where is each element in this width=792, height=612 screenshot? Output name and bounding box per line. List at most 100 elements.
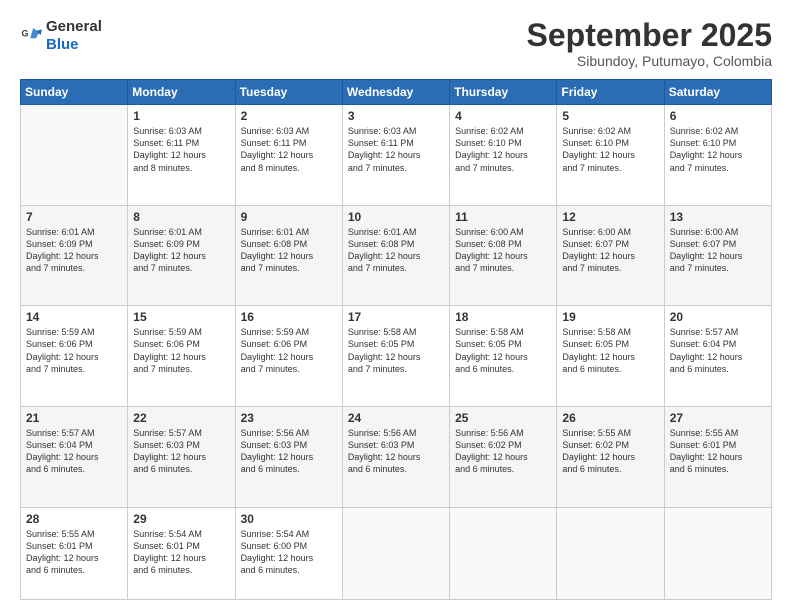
- day-number: 22: [133, 411, 229, 425]
- calendar-cell: [557, 507, 664, 600]
- calendar-week-2: 7 Sunrise: 6:01 AM Sunset: 6:09 PM Daylig…: [21, 205, 772, 306]
- day-number: 8: [133, 210, 229, 224]
- day-number: 28: [26, 512, 122, 526]
- logo-text: General Blue: [46, 18, 102, 54]
- calendar-cell: 25 Sunrise: 5:56 AM Sunset: 6:02 PM Dayli…: [450, 406, 557, 507]
- day-info: Sunrise: 5:56 AM Sunset: 6:02 PM Dayligh…: [455, 427, 551, 476]
- calendar-cell: 30Sunrise: 5:54 AM Sunset: 6:00 PM Dayli…: [235, 507, 342, 600]
- calendar-cell: [21, 105, 128, 206]
- day-info: Sunrise: 6:02 AM Sunset: 6:10 PM Dayligh…: [562, 125, 658, 174]
- calendar-cell: 28 Sunrise: 5:55 AM Sunset: 6:01 PM Dayli…: [21, 507, 128, 600]
- calendar-cell: 21 Sunrise: 5:57 AM Sunset: 6:04 PM Dayli…: [21, 406, 128, 507]
- header-thursday: Thursday: [450, 80, 557, 105]
- calendar-cell: 27 Sunrise: 5:55 AM Sunset: 6:01 PM Dayli…: [664, 406, 771, 507]
- day-number: 19: [562, 310, 658, 324]
- header-sunday: Sunday: [21, 80, 128, 105]
- logo: G General Blue: [20, 18, 102, 54]
- day-info: Sunrise: 6:01 AM Sunset: 6:08 PM Dayligh…: [241, 226, 337, 275]
- logo-general: General: [46, 18, 102, 35]
- day-info: Sunrise: 5:57 AM Sunset: 6:04 PM Dayligh…: [26, 427, 122, 476]
- calendar-cell: 18 Sunrise: 5:58 AM Sunset: 6:05 PM Dayli…: [450, 306, 557, 407]
- day-number: 17: [348, 310, 444, 324]
- day-info: Sunrise: 6:02 AM Sunset: 6:10 PM Dayligh…: [670, 125, 766, 174]
- day-info: Sunrise: 5:54 AM Sunset: 6:00 PM Dayligh…: [241, 528, 337, 577]
- day-number: 23: [241, 411, 337, 425]
- day-info: Sunrise: 5:59 AM Sunset: 6:06 PM Dayligh…: [241, 326, 337, 375]
- calendar-week-1: 1Sunrise: 6:03 AM Sunset: 6:11 PM Daylig…: [21, 105, 772, 206]
- calendar-cell: 8 Sunrise: 6:01 AM Sunset: 6:09 PM Daylig…: [128, 205, 235, 306]
- day-info: Sunrise: 5:59 AM Sunset: 6:06 PM Dayligh…: [133, 326, 229, 375]
- day-number: 2: [241, 109, 337, 123]
- calendar-cell: 5 Sunrise: 6:02 AM Sunset: 6:10 PM Daylig…: [557, 105, 664, 206]
- header-tuesday: Tuesday: [235, 80, 342, 105]
- day-number: 5: [562, 109, 658, 123]
- calendar-cell: 29Sunrise: 5:54 AM Sunset: 6:01 PM Dayli…: [128, 507, 235, 600]
- day-number: 27: [670, 411, 766, 425]
- day-number: 4: [455, 109, 551, 123]
- calendar-cell: 1Sunrise: 6:03 AM Sunset: 6:11 PM Daylig…: [128, 105, 235, 206]
- calendar-cell: 20 Sunrise: 5:57 AM Sunset: 6:04 PM Dayli…: [664, 306, 771, 407]
- day-number: 9: [241, 210, 337, 224]
- calendar-cell: 12 Sunrise: 6:00 AM Sunset: 6:07 PM Dayli…: [557, 205, 664, 306]
- day-info: Sunrise: 5:58 AM Sunset: 6:05 PM Dayligh…: [455, 326, 551, 375]
- logo-blue: Blue: [46, 36, 79, 53]
- calendar-page: G General Blue September 2025 Sibundoy, …: [0, 0, 792, 612]
- day-info: Sunrise: 6:00 AM Sunset: 6:08 PM Dayligh…: [455, 226, 551, 275]
- day-number: 18: [455, 310, 551, 324]
- day-info: Sunrise: 5:59 AM Sunset: 6:06 PM Dayligh…: [26, 326, 122, 375]
- calendar-cell: 23Sunrise: 5:56 AM Sunset: 6:03 PM Dayli…: [235, 406, 342, 507]
- day-info: Sunrise: 6:03 AM Sunset: 6:11 PM Dayligh…: [133, 125, 229, 174]
- calendar-cell: 19 Sunrise: 5:58 AM Sunset: 6:05 PM Dayli…: [557, 306, 664, 407]
- day-number: 21: [26, 411, 122, 425]
- day-number: 26: [562, 411, 658, 425]
- calendar-table: Sunday Monday Tuesday Wednesday Thursday…: [20, 79, 772, 600]
- calendar-cell: 3 Sunrise: 6:03 AM Sunset: 6:11 PM Daylig…: [342, 105, 449, 206]
- day-info: Sunrise: 6:03 AM Sunset: 6:11 PM Dayligh…: [348, 125, 444, 174]
- calendar-cell: [342, 507, 449, 600]
- day-number: 10: [348, 210, 444, 224]
- logo-icon: G: [20, 25, 42, 47]
- day-number: 15: [133, 310, 229, 324]
- day-info: Sunrise: 5:56 AM Sunset: 6:03 PM Dayligh…: [348, 427, 444, 476]
- day-number: 16: [241, 310, 337, 324]
- day-number: 12: [562, 210, 658, 224]
- day-info: Sunrise: 6:03 AM Sunset: 6:11 PM Dayligh…: [241, 125, 337, 174]
- day-number: 6: [670, 109, 766, 123]
- svg-text:G: G: [21, 29, 28, 39]
- day-info: Sunrise: 5:57 AM Sunset: 6:04 PM Dayligh…: [670, 326, 766, 375]
- day-number: 11: [455, 210, 551, 224]
- calendar-cell: [450, 507, 557, 600]
- calendar-cell: 7 Sunrise: 6:01 AM Sunset: 6:09 PM Daylig…: [21, 205, 128, 306]
- day-info: Sunrise: 5:55 AM Sunset: 6:01 PM Dayligh…: [26, 528, 122, 577]
- calendar-cell: 17 Sunrise: 5:58 AM Sunset: 6:05 PM Dayli…: [342, 306, 449, 407]
- calendar-cell: 13 Sunrise: 6:00 AM Sunset: 6:07 PM Dayli…: [664, 205, 771, 306]
- day-number: 20: [670, 310, 766, 324]
- day-number: 7: [26, 210, 122, 224]
- day-info: Sunrise: 5:58 AM Sunset: 6:05 PM Dayligh…: [348, 326, 444, 375]
- day-number: 3: [348, 109, 444, 123]
- header-friday: Friday: [557, 80, 664, 105]
- day-info: Sunrise: 6:01 AM Sunset: 6:09 PM Dayligh…: [133, 226, 229, 275]
- title-block: September 2025 Sibundoy, Putumayo, Colom…: [527, 18, 772, 69]
- calendar-cell: [664, 507, 771, 600]
- header-monday: Monday: [128, 80, 235, 105]
- calendar-cell: 22Sunrise: 5:57 AM Sunset: 6:03 PM Dayli…: [128, 406, 235, 507]
- day-info: Sunrise: 6:01 AM Sunset: 6:09 PM Dayligh…: [26, 226, 122, 275]
- day-info: Sunrise: 5:54 AM Sunset: 6:01 PM Dayligh…: [133, 528, 229, 577]
- calendar-cell: 6 Sunrise: 6:02 AM Sunset: 6:10 PM Daylig…: [664, 105, 771, 206]
- day-number: 14: [26, 310, 122, 324]
- calendar-cell: 4 Sunrise: 6:02 AM Sunset: 6:10 PM Daylig…: [450, 105, 557, 206]
- weekday-header-row: Sunday Monday Tuesday Wednesday Thursday…: [21, 80, 772, 105]
- day-info: Sunrise: 6:02 AM Sunset: 6:10 PM Dayligh…: [455, 125, 551, 174]
- month-title: September 2025: [527, 18, 772, 53]
- calendar-week-4: 21 Sunrise: 5:57 AM Sunset: 6:04 PM Dayli…: [21, 406, 772, 507]
- day-info: Sunrise: 6:00 AM Sunset: 6:07 PM Dayligh…: [670, 226, 766, 275]
- day-info: Sunrise: 5:55 AM Sunset: 6:01 PM Dayligh…: [670, 427, 766, 476]
- calendar-cell: 11 Sunrise: 6:00 AM Sunset: 6:08 PM Dayli…: [450, 205, 557, 306]
- day-info: Sunrise: 6:00 AM Sunset: 6:07 PM Dayligh…: [562, 226, 658, 275]
- calendar-cell: 15 Sunrise: 5:59 AM Sunset: 6:06 PM Dayli…: [128, 306, 235, 407]
- day-number: 25: [455, 411, 551, 425]
- calendar-week-5: 28 Sunrise: 5:55 AM Sunset: 6:01 PM Dayli…: [21, 507, 772, 600]
- day-info: Sunrise: 5:58 AM Sunset: 6:05 PM Dayligh…: [562, 326, 658, 375]
- day-number: 13: [670, 210, 766, 224]
